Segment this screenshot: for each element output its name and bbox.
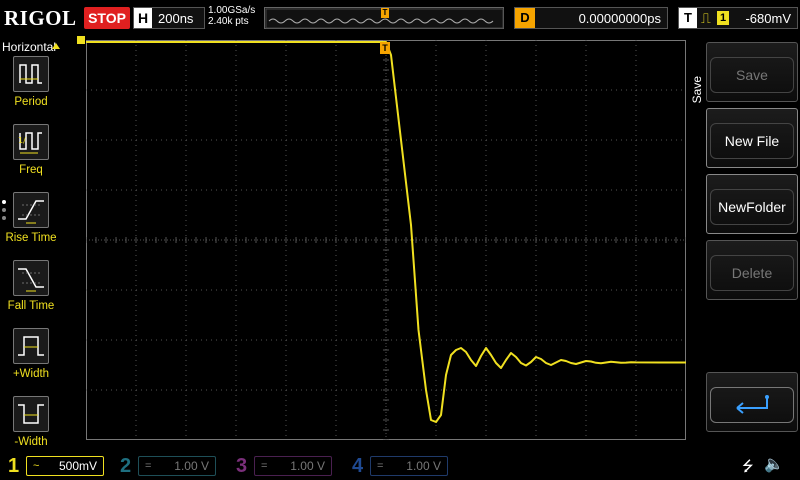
sound-muted-icon[interactable]: 🔈 — [764, 454, 784, 474]
trigger-display[interactable]: T ⎍ 1 -680mV — [678, 7, 798, 29]
brand-logo: RIGOL — [4, 6, 77, 30]
new-folder-label: NewFolder — [710, 189, 794, 225]
sample-rate: 1.00GSa/s — [208, 5, 256, 16]
save-menu-title: Save — [690, 76, 704, 104]
rise-time-icon — [13, 192, 49, 228]
channel-number: 4 — [352, 455, 364, 477]
channel-number: 1 — [8, 455, 20, 477]
delay-value: 0.00000000ps — [578, 11, 661, 26]
waveform-graticule — [86, 40, 686, 440]
period-icon — [13, 56, 49, 92]
ch1-offset-marker[interactable] — [77, 36, 85, 44]
dc-coupling-icon: = — [261, 460, 268, 472]
channel-4-indicator[interactable]: 4 = 1.00 V — [348, 454, 452, 478]
measure-frequency[interactable]: 1/ Freq — [0, 124, 62, 188]
measure-period[interactable]: Period — [0, 56, 62, 120]
enter-icon — [710, 387, 794, 423]
measure-positive-width[interactable]: +Width — [0, 328, 62, 392]
channel-2-indicator[interactable]: 2 = 1.00 V — [116, 454, 220, 478]
acquisition-info: 1.00GSa/s 2.40k pts — [208, 5, 255, 27]
channel-scale: 500mV — [58, 459, 97, 473]
usb-icon: ⭍ — [742, 458, 754, 474]
memory-depth: 2.40k pts — [208, 16, 249, 27]
new-folder-button[interactable]: NewFolder — [706, 174, 798, 234]
svg-text:1/: 1/ — [18, 136, 26, 145]
trigger-tag: T — [679, 8, 697, 28]
rise-time-label: Rise Time — [5, 232, 57, 244]
save-menu: Save Save New File NewFolder Delete — [686, 36, 800, 452]
channel-number: 2 — [120, 455, 132, 477]
delete-button[interactable]: Delete — [706, 240, 798, 300]
new-file-label: New File — [710, 123, 794, 159]
channel-3-indicator[interactable]: 3 = 1.00 V — [232, 454, 336, 478]
dc-coupling-icon: = — [377, 460, 384, 472]
frequency-label: Freq — [19, 164, 43, 176]
channel-scale: 1.00 V — [406, 459, 441, 473]
new-file-button[interactable]: New File — [706, 108, 798, 168]
channel-1-indicator[interactable]: 1 ~ 500mV — [4, 454, 108, 478]
channel-number: 3 — [236, 455, 248, 477]
trigger-source: 1 — [717, 11, 729, 25]
run-stop-status[interactable]: STOP — [84, 7, 130, 29]
timebase-value: 200ns — [158, 11, 194, 26]
measure-negative-width[interactable]: -Width — [0, 396, 62, 460]
channel-scale-box: ~ 500mV — [26, 456, 104, 476]
trigger-level: -680mV — [745, 11, 791, 26]
memory-waveform-overview: T — [264, 7, 504, 29]
negative-width-icon — [13, 396, 49, 432]
trigger-position-marker: T — [381, 8, 389, 18]
dc-coupling-icon: = — [145, 460, 152, 472]
menu-up-arrow-icon[interactable] — [52, 43, 60, 49]
measure-fall-time[interactable]: Fall Time — [0, 260, 62, 324]
menu-title: Horizontal — [2, 40, 57, 54]
delay-tag: D — [515, 8, 535, 28]
waveform-display[interactable] — [86, 40, 686, 440]
negative-width-label: -Width — [14, 436, 48, 448]
top-status-bar: RIGOL STOP H 200ns 1.00GSa/s 2.40k pts T… — [0, 0, 800, 36]
enter-button[interactable] — [706, 372, 798, 432]
horizontal-tag: H — [134, 8, 152, 28]
status-icons: ⭍ 🔈 — [700, 454, 800, 478]
positive-width-label: +Width — [12, 368, 50, 380]
timebase-display[interactable]: H 200ns — [133, 7, 205, 29]
measure-rise-time[interactable]: Rise Time — [0, 192, 62, 256]
channel-scale-box: = 1.00 V — [254, 456, 332, 476]
horizontal-measure-menu: Horizontal Period 1/ Freq Rise Time Fall… — [0, 36, 62, 452]
save-button-label: Save — [710, 57, 794, 93]
period-label: Period — [14, 96, 48, 108]
channel-scale-box: = 1.00 V — [138, 456, 216, 476]
fall-time-icon — [13, 260, 49, 296]
positive-width-icon — [13, 328, 49, 364]
frequency-icon: 1/ — [13, 124, 49, 160]
horizontal-delay-display[interactable]: D 0.00000000ps — [514, 7, 668, 29]
delete-label: Delete — [710, 255, 794, 291]
ac-coupling-icon: ~ — [33, 460, 40, 472]
save-button[interactable]: Save — [706, 42, 798, 102]
rising-edge-icon: ⎍ — [701, 10, 711, 26]
channel-scale: 1.00 V — [174, 459, 209, 473]
channel-scale-box: = 1.00 V — [370, 456, 448, 476]
channel-scale: 1.00 V — [290, 459, 325, 473]
channel-bar: 1 ~ 500mV 2 = 1.00 V 3 = 1.00 V 4 = 1.00… — [0, 452, 800, 480]
trigger-point-marker[interactable]: T — [380, 42, 390, 54]
fall-time-label: Fall Time — [7, 300, 55, 312]
